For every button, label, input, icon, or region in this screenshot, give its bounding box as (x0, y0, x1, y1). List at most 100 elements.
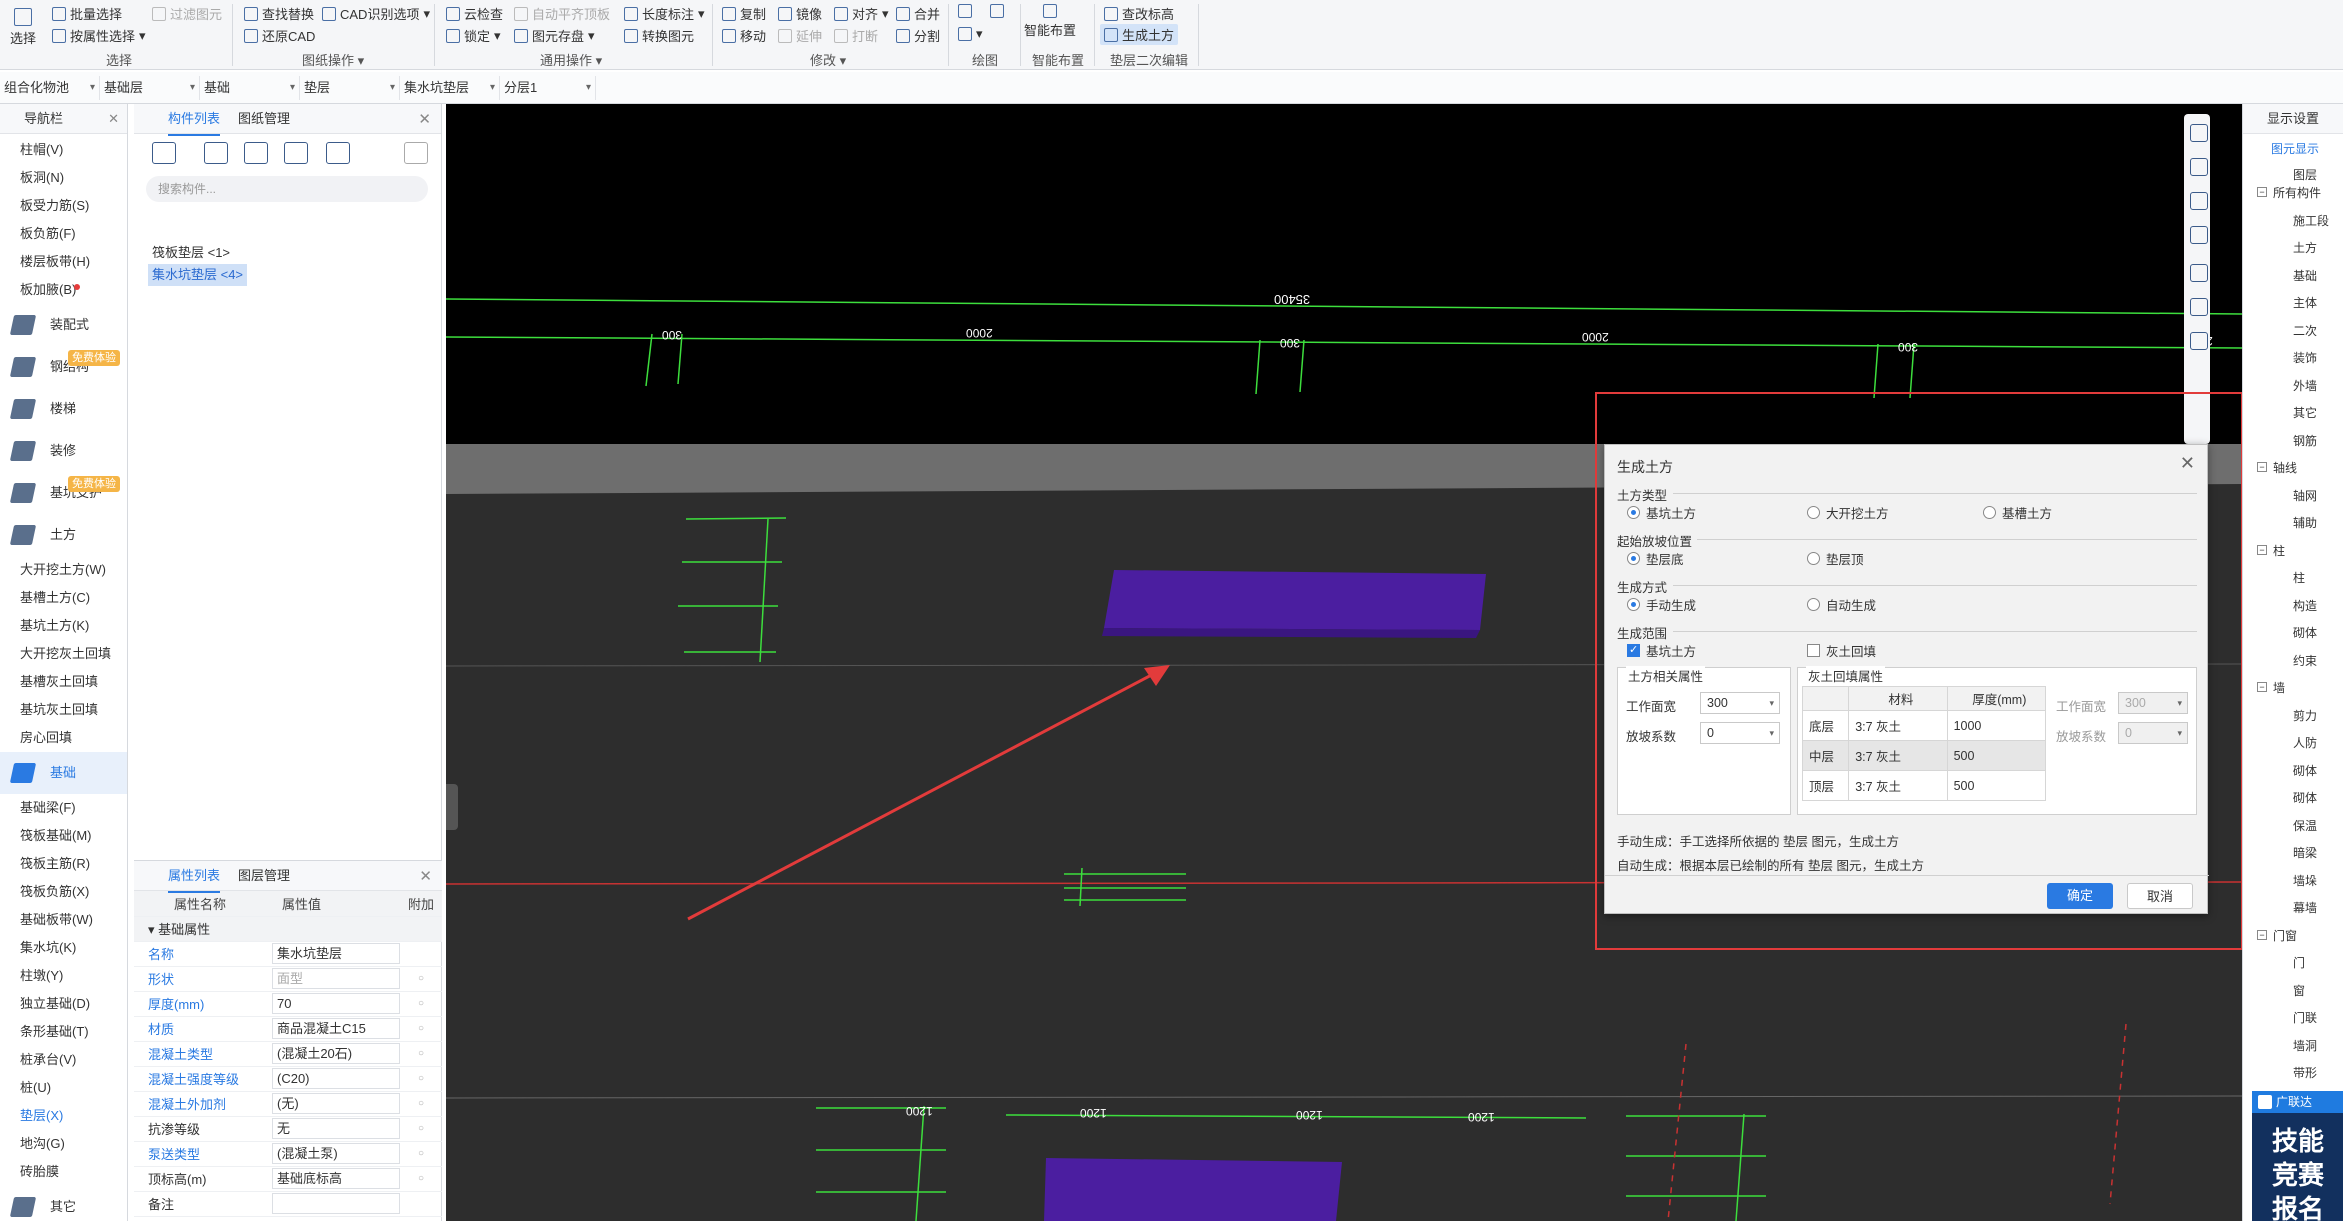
section-icon[interactable] (2190, 332, 2208, 350)
convert-element-button[interactable]: 转换图元 (624, 26, 694, 45)
radio-slope-top[interactable]: 垫层顶 (1807, 549, 1864, 568)
layer-tree-item[interactable]: 幕墙 (2293, 899, 2317, 916)
cad-recognize-options-button[interactable]: CAD识别选项 ▾ (322, 4, 430, 23)
nav-item[interactable]: 基槽土方(C) (0, 584, 127, 612)
floor-dropdown[interactable]: 基础层 (100, 76, 200, 100)
collapse-icon[interactable]: − (2257, 682, 2267, 692)
tab-element-display[interactable]: 图元显示 (2271, 140, 2319, 157)
align-button[interactable]: 对齐 ▾ (834, 4, 889, 23)
layer-tree-item[interactable]: 基础 (2293, 267, 2317, 284)
draw-line-button[interactable] (958, 4, 972, 18)
nav-item[interactable]: 桩承台(V) (0, 1046, 127, 1074)
smart-layout-button[interactable]: 智能布置 (1024, 4, 1076, 39)
nav-category-earthwork[interactable]: 土方 (0, 514, 127, 556)
select-button[interactable]: 选择 (10, 8, 36, 47)
batch-select-button[interactable]: 批量选择 (52, 4, 122, 23)
merge-button[interactable]: 合并 (896, 4, 940, 23)
cancel-button[interactable]: 取消 (2127, 883, 2193, 909)
property-value[interactable]: (混凝土20石) (272, 1043, 400, 1064)
filter-icon[interactable] (326, 142, 350, 164)
new-component-icon[interactable] (152, 142, 176, 164)
property-extra-checkbox[interactable] (402, 1191, 442, 1217)
layer-tree-item[interactable]: 窗 (2293, 982, 2305, 999)
property-row[interactable]: 混凝土类型 (混凝土20石) ○ (134, 1041, 442, 1067)
property-value-cell[interactable]: 面型 (268, 966, 402, 992)
property-value[interactable]: 集水坑垫层 (272, 943, 400, 964)
filter-element-button[interactable]: 过滤图元 (152, 4, 222, 23)
property-extra-checkbox[interactable]: ○ (402, 991, 442, 1017)
layer-tree-item[interactable]: 约束 (2293, 652, 2317, 669)
component-item[interactable]: 筏板垫层 <1> (148, 242, 234, 264)
find-replace-button[interactable]: 查找替换 (244, 4, 314, 23)
perspective-icon[interactable] (2190, 226, 2208, 244)
layer-tree-item[interactable]: 外墙 (2293, 377, 2317, 394)
check-elevation-button[interactable]: 查改标高 (1104, 4, 1174, 23)
rotate-icon[interactable] (2190, 298, 2208, 316)
property-extra-checkbox[interactable]: ○ (402, 1166, 442, 1192)
nav-category-foundation[interactable]: 基础 (0, 752, 127, 794)
close-icon[interactable]: ✕ (108, 104, 119, 134)
nav-item[interactable]: 筏板基础(M) (0, 822, 127, 850)
property-value-cell[interactable]: 集水坑垫层 (268, 941, 402, 967)
tab-drawing-management[interactable]: 图纸管理 (238, 104, 290, 134)
view-cube-icon[interactable] (2190, 124, 2208, 142)
layer-tree-item[interactable]: 轴网 (2293, 487, 2317, 504)
backfill-row[interactable]: 底层 3:7 灰土 1000 (1801, 710, 2047, 741)
layer-tree-item[interactable]: 剪力 (2293, 707, 2317, 724)
layer-tree-item[interactable]: 砌体 (2293, 762, 2317, 779)
nav-item[interactable]: 地沟(G) (0, 1130, 127, 1158)
property-value-cell[interactable] (268, 1191, 402, 1217)
fit-view-icon[interactable] (2190, 264, 2208, 282)
layer-tree-item[interactable]: 门 (2293, 954, 2305, 971)
radio-auto[interactable]: 自动生成 (1807, 595, 1876, 614)
nav-category-steel[interactable]: 钢结构 免费体验 (0, 346, 127, 388)
nav-item[interactable]: 柱帽(V) (0, 136, 127, 164)
layer-tree-item[interactable]: 砌体 (2293, 624, 2317, 641)
property-value-cell[interactable]: (混凝土泵) (268, 1141, 402, 1167)
restore-cad-button[interactable]: 还原CAD (244, 26, 315, 45)
nav-item[interactable]: 基础板带(W) (0, 906, 127, 934)
nav-item[interactable]: 基坑灰土回填 (0, 696, 127, 724)
nav-item[interactable]: 基础梁(F) (0, 794, 127, 822)
cushion-slab-element[interactable] (1044, 1158, 1342, 1221)
property-row[interactable]: 厚度(mm) 70 ○ (134, 991, 442, 1017)
layer-tree-item[interactable]: 轴线 (2273, 459, 2297, 476)
layer-tree-item[interactable]: 构造 (2293, 597, 2317, 614)
backfill-row[interactable]: 中层 3:7 灰土 500 (1801, 740, 2047, 771)
radio-earth-open[interactable]: 大开挖土方 (1807, 503, 1889, 522)
type-dropdown[interactable]: 垫层 (300, 76, 400, 100)
property-value[interactable]: (C20) (272, 1068, 400, 1089)
property-row[interactable]: 名称 集水坑垫层 (134, 941, 442, 967)
backfill-row[interactable]: 顶层 3:7 灰土 500 (1801, 770, 2047, 801)
3d-view-icon[interactable] (2190, 192, 2208, 210)
property-row[interactable]: 备注 (134, 1191, 442, 1217)
lock-button[interactable]: 锁定 ▾ (446, 26, 501, 45)
layer-tree-item[interactable]: 装饰 (2293, 349, 2317, 366)
draw-arc-button[interactable]: ▾ (958, 26, 983, 42)
by-attr-select-button[interactable]: 按属性选择 ▾ (52, 26, 146, 45)
component-dropdown[interactable]: 集水坑垫层 (400, 76, 500, 100)
work-width-select[interactable]: 300 (1700, 692, 1780, 714)
property-value-cell[interactable]: 商品混凝土C15 (268, 1016, 402, 1042)
layer-tree-item[interactable]: 门窗 (2273, 927, 2297, 944)
property-extra-checkbox[interactable]: ○ (402, 1141, 442, 1167)
nav-item[interactable]: 筏板负筋(X) (0, 878, 127, 906)
property-value[interactable]: 面型 (272, 968, 400, 989)
nav-category-stairs[interactable]: 楼梯 (0, 388, 127, 430)
property-value[interactable]: 无 (272, 1118, 400, 1139)
component-item-selected[interactable]: 集水坑垫层 <4> (148, 264, 248, 286)
checkbox-range-earth[interactable]: 基坑土方 (1627, 641, 1696, 660)
layer-tree-item[interactable]: 柱 (2273, 542, 2285, 559)
collapse-icon[interactable]: − (2257, 544, 2267, 555)
property-value-cell[interactable]: (无) (268, 1091, 402, 1117)
nav-item[interactable]: 独立基础(D) (0, 990, 127, 1018)
property-value[interactable]: 商品混凝土C15 (272, 1018, 400, 1039)
break-button[interactable]: 打断 (834, 26, 878, 45)
radio-slope-bottom[interactable]: 垫层底 (1627, 549, 1684, 568)
property-value[interactable]: (混凝土泵) (272, 1143, 400, 1164)
layer-tree-item[interactable]: 门联 (2293, 1009, 2317, 1026)
layer-copy-icon[interactable] (284, 142, 308, 164)
length-dim-button[interactable]: 长度标注 ▾ (624, 4, 705, 23)
cloud-check-button[interactable]: 云检查 (446, 4, 503, 23)
layer-tree-item[interactable]: 辅助 (2293, 514, 2317, 531)
